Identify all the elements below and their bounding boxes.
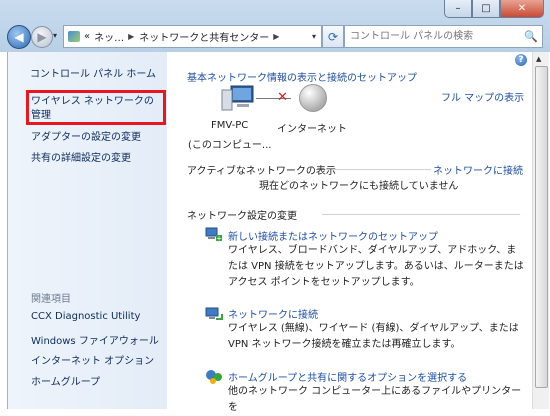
sidebar-item-homegroup[interactable]: ホームグループ [31, 373, 100, 388]
breadcrumb-overflow[interactable]: « [84, 31, 90, 42]
history-dropdown-button[interactable]: ▾ [53, 31, 57, 40]
address-bar[interactable]: « ネッ… ▶ ネットワークと共有センター ▶ ▾ [63, 25, 322, 48]
task-link-connect-network[interactable]: ネットワークに接続 [228, 306, 318, 321]
sidebar-item-internet-options[interactable]: インターネット オプション [31, 352, 154, 367]
minimize-button[interactable]: – [444, 0, 472, 18]
task-link-homegroup-options[interactable]: ホームグループと共有に関するオプションを選択する [228, 369, 467, 384]
homegroup-icon [206, 370, 222, 384]
no-connection-status: 現在どのネットワークにも接続していません [259, 181, 459, 192]
sidebar: コントロール パネル ホーム ワイヤレス ネットワークの管理 アダプターの設定の… [7, 52, 168, 409]
refresh-icon: ⟳ [327, 29, 339, 44]
back-button[interactable]: ◀ [7, 25, 31, 49]
scroll-up-icon[interactable]: ▲ [536, 55, 541, 63]
internet-globe-icon [299, 84, 327, 112]
close-button[interactable]: ✕ [500, 0, 544, 18]
arrow-right-icon: ▶ [37, 30, 47, 44]
sidebar-item-control-panel-home[interactable]: コントロール パネル ホーム [30, 65, 156, 80]
breadcrumb-network-sharing-center[interactable]: ネットワークと共有センター [139, 29, 269, 44]
svg-text:+: + [216, 235, 222, 243]
chevron-right-icon[interactable]: ▶ [128, 32, 134, 41]
sidebar-item-adapter-settings[interactable]: アダプターの設定の変更 [31, 128, 141, 143]
navigation-bar: ◀ ▶ ▾ « ネッ… ▶ ネットワークと共有センター ▶ ▾ ⟳ 🔍 [0, 24, 550, 49]
search-input[interactable] [345, 30, 522, 43]
window-controls: – □ ✕ [444, 0, 544, 18]
title-bar: – □ ✕ ◀ ▶ ▾ « ネッ… ▶ ネットワークと共有センター ▶ ▾ ⟳ … [0, 0, 550, 52]
control-panel-icon [68, 31, 80, 42]
vertical-scrollbar[interactable]: ▲ [532, 52, 549, 409]
computer-subtitle: (このコンピュー... [188, 140, 272, 151]
connect-to-network-link[interactable]: ネットワークに接続 [433, 162, 523, 177]
help-icon[interactable]: ? [515, 54, 527, 66]
change-settings-heading: ネットワーク設定の変更 [187, 211, 297, 222]
page-title: 基本ネットワーク情報の表示と接続のセットアップ [187, 73, 417, 84]
full-map-link[interactable]: フル マップの表示 [441, 89, 524, 104]
arrow-left-icon: ◀ [14, 30, 24, 44]
search-icon[interactable]: 🔍 [522, 30, 540, 43]
scrollbar-thumb[interactable] [535, 66, 548, 388]
sidebar-item-manage-wireless[interactable]: ワイヤレス ネットワークの管理 [31, 95, 161, 123]
refresh-button[interactable]: ⟳ [322, 25, 344, 48]
task-desc-new-connection: ワイヤレス、ブロードバンド、ダイヤルアップ、アドホック、または VPN 接続をセ… [228, 245, 524, 288]
forward-button[interactable]: ▶ [31, 26, 53, 48]
task-link-new-connection[interactable]: 新しい接続またはネットワークのセットアップ [228, 228, 438, 243]
related-heading: 関連項目 [31, 294, 71, 305]
disconnected-x-icon: ✕ [277, 90, 288, 105]
section-divider [322, 214, 520, 215]
internet-label: インターネット [277, 124, 347, 135]
active-networks-heading: アクティブなネットワークの表示 [187, 166, 336, 177]
computer-name: FMV-PC [211, 120, 249, 131]
sidebar-item-advanced-sharing[interactable]: 共有の詳細設定の変更 [31, 149, 131, 164]
chevron-right-icon[interactable]: ▶ [273, 32, 279, 41]
address-dropdown-button[interactable]: ▾ [307, 32, 321, 41]
connect-network-icon [205, 307, 223, 320]
maximize-button[interactable]: □ [472, 0, 500, 18]
task-desc-homegroup-options: 他のネットワーク コンピューター上にあるファイルやプリンターを [228, 386, 522, 413]
task-desc-connect-network: ワイヤレス (無線)、ワイヤード (有線)、ダイヤルアップ、または VPN ネッ… [228, 323, 519, 350]
section-divider [333, 169, 431, 170]
breadcrumb-network[interactable]: ネッ… [94, 29, 124, 44]
search-box: 🔍 [344, 25, 543, 48]
computer-icon [221, 85, 254, 111]
new-connection-icon: + [205, 227, 222, 243]
sidebar-item-ccx-diagnostic[interactable]: CCX Diagnostic Utility [31, 311, 140, 322]
sidebar-item-windows-firewall[interactable]: Windows ファイアウォール [31, 332, 159, 347]
